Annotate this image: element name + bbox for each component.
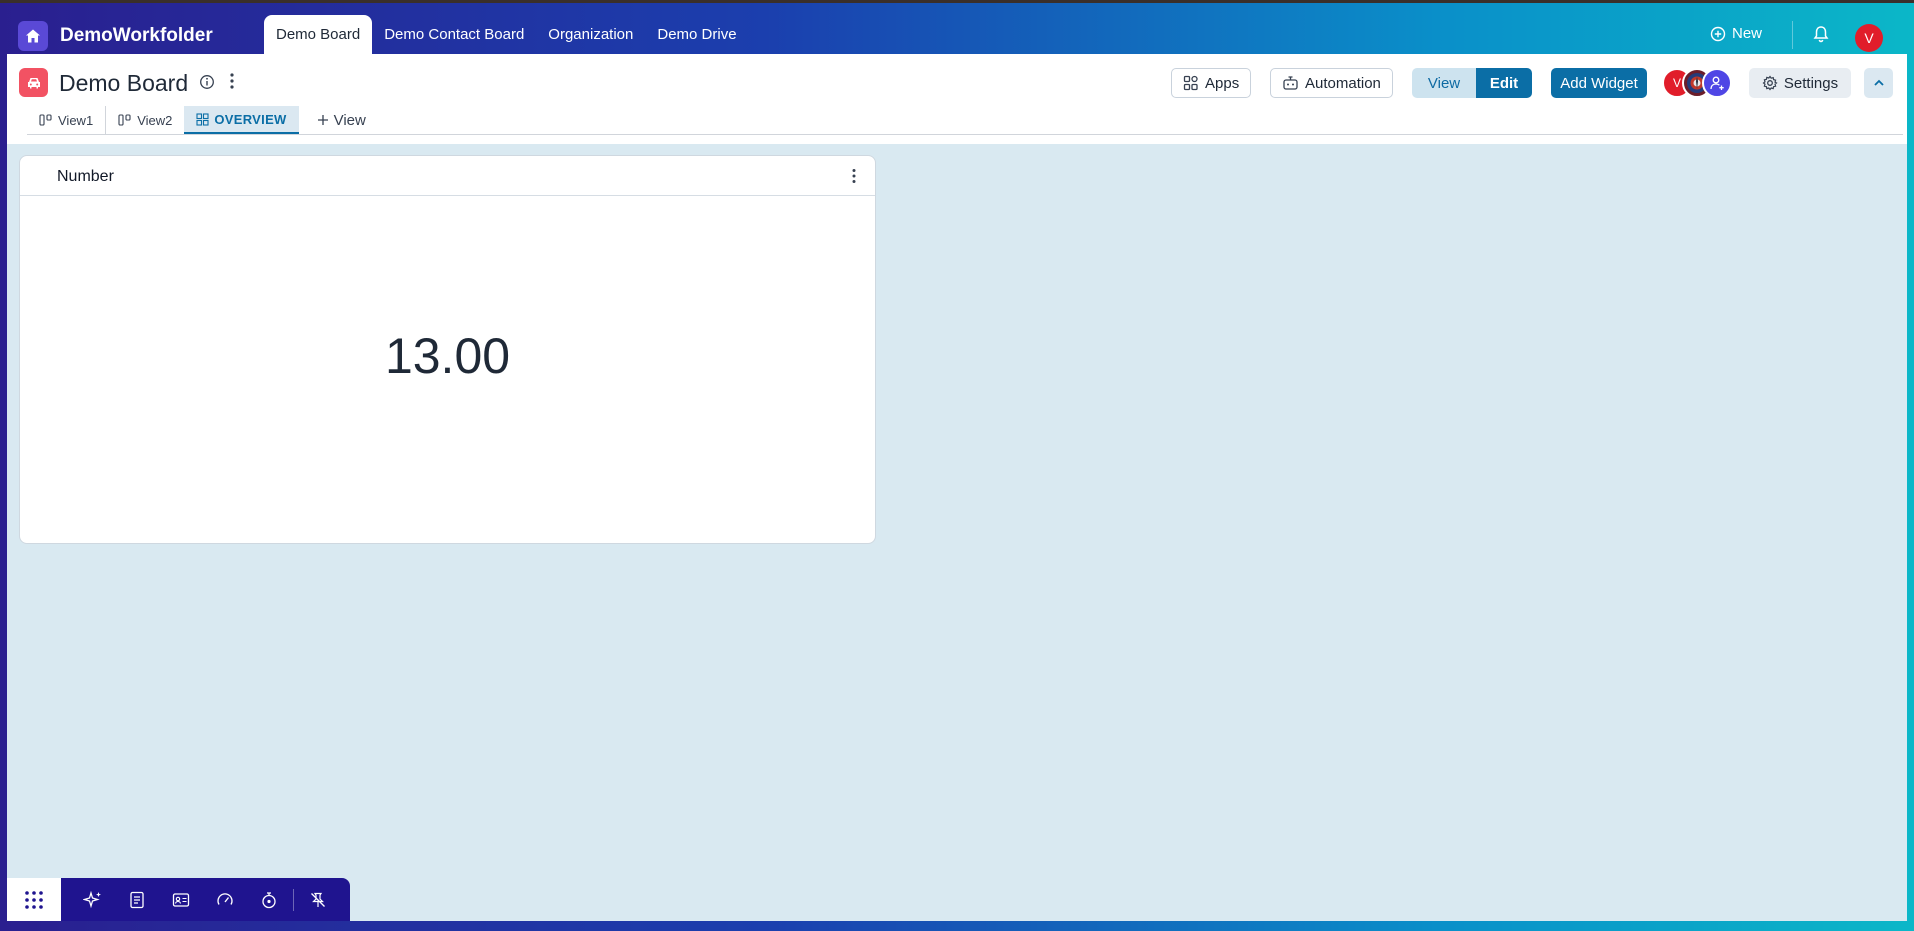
new-button-label: New: [1732, 25, 1763, 42]
unpin-dock-button[interactable]: [296, 878, 340, 921]
home-button[interactable]: [18, 21, 48, 51]
plus-circle-icon: [1710, 26, 1726, 41]
widget-menu-button[interactable]: [851, 168, 857, 189]
widget-number-value: 13.00: [384, 327, 511, 384]
apps-label: Apps: [1205, 74, 1240, 92]
top-navigation-bar: DemoWorkfolder Demo Board Demo Contact B…: [0, 3, 1914, 54]
widget-header: Number: [20, 156, 875, 196]
stopwatch-icon: [262, 891, 276, 908]
pin-off-icon: [311, 892, 325, 907]
view-tabs: View1 View2 OVERVIEW View: [27, 106, 378, 134]
vertical-dots-icon: [230, 73, 234, 89]
board-members[interactable]: V: [1662, 68, 1742, 98]
topbar-divider: [1792, 21, 1793, 49]
gauge-icon: [217, 892, 233, 905]
id-card-icon: [172, 892, 190, 907]
user-avatar[interactable]: V: [1855, 24, 1883, 52]
add-view-button[interactable]: View: [305, 106, 378, 134]
automation-button[interactable]: Automation: [1270, 68, 1393, 98]
add-user-icon: [1710, 76, 1724, 90]
board-more-button[interactable]: [229, 72, 235, 95]
apps-grid-icon: [1183, 75, 1198, 91]
grid-dots-icon: [25, 890, 43, 909]
contacts-card-button[interactable]: [159, 878, 203, 921]
automation-label: Automation: [1305, 74, 1381, 92]
workspace-name[interactable]: DemoWorkfolder: [60, 25, 213, 47]
vertical-dots-icon: [852, 169, 856, 183]
board-view-icon: [118, 114, 131, 126]
number-widget[interactable]: Number 13.00: [19, 155, 876, 544]
dashboard-gauge-button[interactable]: [203, 878, 247, 921]
board-title[interactable]: Demo Board: [59, 70, 188, 97]
add-member-button[interactable]: [1702, 68, 1732, 98]
plus-icon: [317, 115, 328, 125]
sparkles-icon: [83, 890, 101, 908]
top-tabs: Demo Board Demo Contact Board Organizati…: [264, 15, 749, 54]
view-tab-view1[interactable]: View1: [27, 106, 107, 134]
view-edit-toggle: View Edit: [1412, 68, 1532, 98]
dock-divider: [293, 888, 294, 911]
add-view-label: View: [333, 111, 366, 129]
board-icon: [19, 68, 48, 97]
view-tab-overview[interactable]: OVERVIEW: [184, 106, 299, 134]
ai-assistant-button[interactable]: [71, 878, 115, 921]
app-launcher-button[interactable]: [7, 878, 61, 921]
widget-title: Number: [57, 168, 114, 185]
chevron-up-icon: [1873, 79, 1884, 86]
robot-icon: [1283, 76, 1298, 90]
dock-tools: [61, 878, 350, 921]
board-header: Demo Board Apps Automation View Edit Add…: [7, 54, 1907, 144]
view-tab-view2[interactable]: View2: [106, 106, 184, 134]
bottom-dock: [7, 878, 350, 921]
settings-button[interactable]: Settings: [1749, 68, 1851, 98]
view-tab-label: View1: [58, 112, 94, 128]
view-mode-button[interactable]: View: [1412, 68, 1476, 98]
info-icon: [200, 75, 214, 89]
board-info-button[interactable]: [199, 74, 215, 95]
car-icon: [27, 77, 40, 88]
tab-demo-drive[interactable]: Demo Drive: [645, 15, 748, 54]
bell-icon: [1813, 26, 1829, 43]
gear-icon: [1762, 75, 1778, 91]
new-button[interactable]: New: [1710, 25, 1762, 42]
time-tracker-button[interactable]: [247, 878, 291, 921]
apps-button[interactable]: Apps: [1171, 68, 1252, 98]
collapse-header-button[interactable]: [1864, 68, 1893, 98]
add-widget-button[interactable]: Add Widget: [1551, 68, 1647, 98]
board-panel: Demo Board Apps Automation View Edit Add…: [7, 54, 1907, 921]
document-icon: [130, 891, 144, 908]
tab-demo-board[interactable]: Demo Board: [264, 15, 373, 54]
dashboard-grid-icon: [196, 112, 209, 126]
edit-mode-button[interactable]: Edit: [1476, 68, 1532, 98]
settings-label: Settings: [1783, 74, 1839, 92]
board-view-icon: [39, 114, 52, 126]
view-tabs-underline: [27, 134, 1903, 135]
view-tab-label: View2: [137, 112, 173, 128]
notifications-button[interactable]: [1812, 25, 1830, 48]
home-icon: [26, 29, 40, 43]
tab-organization[interactable]: Organization: [536, 15, 645, 54]
view-tab-label: OVERVIEW: [214, 111, 287, 127]
notes-button[interactable]: [115, 878, 159, 921]
tab-demo-contact-board[interactable]: Demo Contact Board: [372, 15, 536, 54]
